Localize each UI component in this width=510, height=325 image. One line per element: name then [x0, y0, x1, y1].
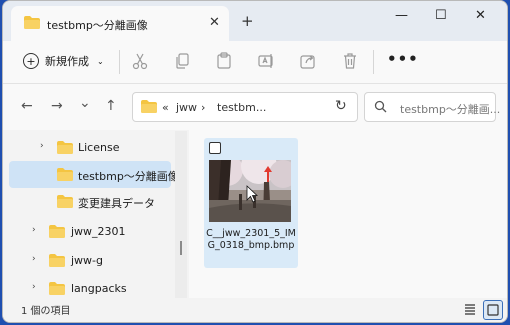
sidebar-item-testbmp[interactable]: testbmp～分離画像	[9, 161, 179, 188]
chevron-down-icon: ⌄	[97, 56, 104, 66]
folder-icon	[57, 168, 73, 184]
large-icons-view-icon	[487, 304, 499, 316]
expand-icon[interactable]: ›	[40, 141, 44, 151]
copy-icon[interactable]	[172, 51, 192, 71]
tab-testbmp[interactable]: testbmp～分離画像 ✕	[11, 6, 229, 41]
file-thumbnail	[209, 160, 291, 222]
maximize-icon[interactable]: ☐	[435, 8, 447, 23]
folder-icon	[49, 225, 65, 241]
sidebar-item-jww-2301[interactable]: › jww_2301	[9, 218, 171, 245]
tab-title: testbmp～分離画像	[47, 19, 148, 32]
large-icons-view-button[interactable]	[483, 300, 503, 320]
sidebar-item-license[interactable]: › License	[9, 134, 171, 161]
expand-icon[interactable]: ›	[32, 282, 36, 292]
breadcrumb-jww[interactable]: jww	[176, 101, 197, 114]
details-view-icon	[465, 304, 475, 315]
expand-icon[interactable]: ›	[32, 225, 36, 235]
status-bar: 1 個の項目	[3, 298, 507, 322]
search-box[interactable]: testbmp～分離画...	[364, 92, 500, 122]
folder-icon	[141, 100, 157, 116]
sidebar-item-jww-g[interactable]: › jww-g	[9, 247, 171, 274]
details-view-button[interactable]	[461, 300, 479, 318]
delete-icon[interactable]	[340, 51, 360, 71]
folder-icon	[49, 254, 65, 270]
address-bar[interactable]: « jww › testbm... ↻	[132, 92, 358, 122]
forward-icon[interactable]: →	[51, 98, 63, 114]
scrollbar-thumb[interactable]	[180, 241, 182, 255]
navigation-bar: ← → ⌄ ↑ « jww › testbm... ↻ testbmp～分離画.…	[3, 84, 507, 130]
sidebar-item-label: 変更建具データ	[78, 197, 155, 210]
breadcrumb-separator: ›	[201, 101, 206, 114]
breadcrumb-testbmp[interactable]: testbm...	[217, 101, 266, 114]
file-name: C__jww_2301_5_IMG_0318_bmp.bmp	[206, 228, 296, 251]
folder-icon	[24, 16, 40, 32]
breadcrumb-overflow[interactable]: «	[162, 101, 169, 114]
more-options-icon[interactable]: •••	[387, 50, 419, 68]
search-icon	[374, 100, 387, 116]
folder-icon	[49, 282, 65, 298]
rename-icon[interactable]	[256, 51, 276, 71]
cut-icon[interactable]	[130, 51, 150, 71]
item-count: 1 個の項目	[21, 306, 71, 317]
new-button[interactable]: + 新規作成 ⌄	[23, 53, 104, 69]
sidebar-scrollbar[interactable]	[175, 131, 187, 298]
folder-icon	[57, 195, 73, 211]
file-item[interactable]: C__jww_2301_5_IMG_0318_bmp.bmp	[204, 138, 298, 268]
back-icon[interactable]: ←	[21, 98, 33, 114]
navigation-pane: › License testbmp～分離画像 変更建具データ › jww_230…	[3, 130, 179, 298]
folder-icon	[57, 141, 73, 157]
file-view: C__jww_2301_5_IMG_0318_bmp.bmp	[189, 130, 507, 298]
close-window-icon[interactable]: ✕	[475, 8, 486, 23]
title-bar: testbmp～分離画像 ✕ + — ☐ ✕	[3, 1, 507, 41]
refresh-icon[interactable]: ↻	[335, 98, 347, 114]
select-checkbox[interactable]	[209, 142, 221, 154]
recent-locations-icon[interactable]: ⌄	[79, 95, 91, 111]
paste-icon[interactable]	[214, 51, 234, 71]
new-tab-icon[interactable]: +	[241, 12, 254, 30]
divider	[119, 50, 120, 74]
divider	[373, 50, 374, 74]
expand-icon[interactable]: ›	[32, 254, 36, 264]
up-icon[interactable]: ↑	[105, 98, 117, 114]
sidebar-item-label: testbmp～分離画像	[78, 170, 179, 183]
tab-close-icon[interactable]: ✕	[209, 15, 220, 30]
sidebar-item-henkou[interactable]: 変更建具データ	[9, 188, 171, 215]
plus-icon: +	[23, 53, 39, 69]
search-placeholder: testbmp～分離画...	[400, 103, 501, 116]
sidebar-item-label: License	[78, 141, 120, 154]
new-button-label: 新規作成	[45, 55, 89, 68]
minimize-icon[interactable]: —	[395, 8, 408, 23]
sidebar-item-label: jww-g	[71, 254, 104, 267]
sidebar-item-label: langpacks	[71, 282, 127, 295]
explorer-window: testbmp～分離画像 ✕ + — ☐ ✕ + 新規作成 ⌄ ••• ← → …	[2, 0, 508, 323]
share-icon[interactable]	[298, 51, 318, 71]
sidebar-item-label: jww_2301	[71, 225, 126, 238]
command-bar: + 新規作成 ⌄ •••	[3, 41, 507, 84]
